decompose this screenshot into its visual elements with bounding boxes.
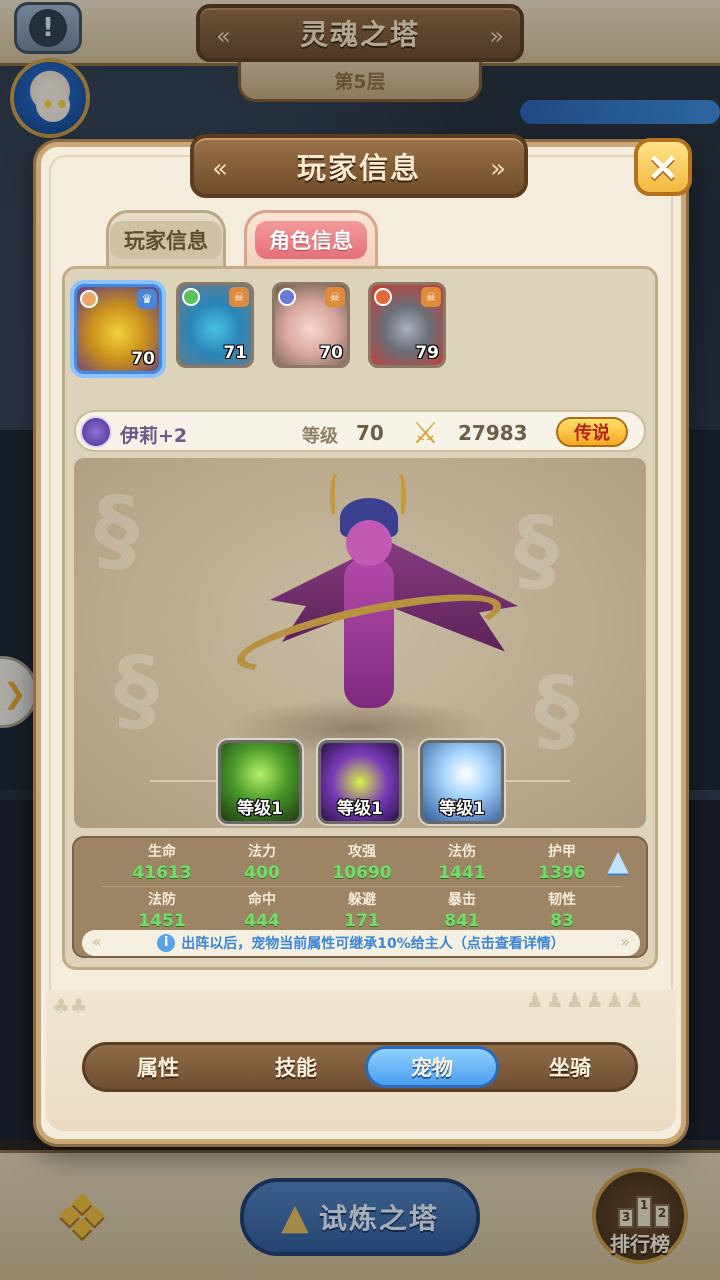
stat-value: 841 (444, 911, 480, 931)
background-swirl-icon: § (514, 498, 559, 603)
skull-icon: ☠ (325, 287, 345, 307)
pet-inherit-note[interactable]: « i 出阵以后，宠物当前属性可继承10%给主人（点击查看详情） » (82, 930, 640, 956)
hero-name: 伊莉+2 (120, 425, 188, 447)
tab-pets[interactable]: 宠物 (365, 1046, 499, 1088)
swirl-left-icon: « (92, 932, 102, 951)
swirl-left-icon: « (212, 154, 228, 184)
level-value: 70 (356, 421, 384, 445)
stat-item: 法力 400 (212, 842, 312, 884)
skill-slot[interactable]: 等级1 (218, 740, 302, 824)
hero-info-bar: 伊莉+2 等级 70 ⚔ 27983 传说 (74, 410, 646, 452)
stat-item: 生命 41613 (112, 842, 212, 884)
crown-icon: ♛ (137, 289, 157, 309)
stat-label: 攻强 (348, 844, 376, 860)
skull-icon: ☠ (229, 287, 249, 307)
skill-level: 等级1 (439, 799, 485, 819)
skill-row: 等级1 等级1 等级1 (150, 740, 570, 826)
triangle-up-icon: ▲ (607, 844, 629, 877)
tab-mounts[interactable]: 坐骑 (503, 1045, 637, 1089)
stat-value: 171 (344, 911, 380, 931)
stat-value: 444 (244, 911, 280, 931)
stats-row: 生命 41613 法力 400 攻强 10690 法伤 1441 护甲 1396 (74, 842, 594, 888)
helmet-power-icon: ⚔ (412, 416, 439, 451)
tab-character-info[interactable]: 角色信息 (244, 210, 378, 266)
stat-item: 韧性 83 (512, 890, 612, 932)
stat-item: 护甲 1396 (512, 842, 612, 884)
level-label: 等级 (302, 426, 338, 447)
character-horn (396, 474, 406, 518)
tab-attributes[interactable]: 属性 (91, 1045, 225, 1089)
stat-label: 命中 (248, 892, 276, 908)
modal-title-plate: « 玩家信息 » (190, 134, 528, 198)
stat-value: 1451 (138, 911, 186, 931)
stat-label: 暴击 (448, 892, 476, 908)
hero-card[interactable]: ☠ 71 (176, 282, 254, 368)
stat-item: 躲避 171 (312, 890, 412, 932)
skill-level: 等级1 (337, 799, 383, 819)
hero-card[interactable]: ♛ 70 (74, 284, 162, 374)
stat-item: 暴击 841 (412, 890, 512, 932)
detail-tab-bar: 属性 技能 宠物 坐骑 (82, 1042, 638, 1092)
tab-label: 玩家信息 (110, 220, 222, 259)
note-text: 出阵以后，宠物当前属性可继承10%给主人（点击查看详情） (181, 936, 565, 952)
close-button[interactable]: × (634, 138, 692, 196)
moon-emblem-icon (80, 416, 112, 448)
tab-player-info[interactable]: 玩家信息 (106, 210, 226, 266)
element-icon (80, 290, 98, 308)
modal-title: 玩家信息 (296, 151, 421, 185)
close-icon: × (646, 144, 680, 190)
character-horn (330, 474, 340, 518)
skill-slot[interactable]: 等级1 (420, 740, 504, 824)
stat-label: 法力 (248, 844, 276, 860)
stat-label: 躲避 (348, 892, 376, 908)
hero-level: 70 (131, 349, 155, 369)
stat-item: 法伤 1441 (412, 842, 512, 884)
rarity-badge[interactable]: 传说 (556, 417, 628, 447)
stat-label: 生命 (148, 844, 176, 860)
ornament-line (504, 780, 570, 782)
stat-item: 法防 1451 (112, 890, 212, 932)
power-value: 27983 (458, 421, 528, 445)
hero-card[interactable]: ☠ 70 (272, 282, 350, 368)
stat-item: 攻强 10690 (312, 842, 412, 884)
element-icon (278, 288, 296, 306)
expand-stats-button[interactable]: ▲ (600, 846, 636, 876)
stat-item: 命中 444 (212, 890, 312, 932)
swirl-right-icon: » (620, 932, 630, 951)
stat-value: 10690 (332, 863, 392, 883)
background-swirl-icon: § (94, 478, 139, 583)
character-head (346, 520, 392, 566)
stat-value: 1396 (538, 863, 586, 883)
crowd-silhouette-icon: ♟♟♟♟♟♟ (526, 988, 646, 1012)
stats-panel: 生命 41613 法力 400 攻强 10690 法伤 1441 护甲 1396… (72, 836, 648, 958)
skill-slot[interactable]: 等级1 (318, 740, 402, 824)
ornament-line (150, 780, 216, 782)
stat-value: 41613 (132, 863, 192, 883)
tab-skills[interactable]: 技能 (229, 1045, 363, 1089)
hero-level: 71 (223, 343, 247, 363)
stat-label: 法防 (148, 892, 176, 908)
stat-value: 83 (550, 911, 574, 931)
element-icon (374, 288, 392, 306)
hero-roster: ♛ 70 ☠ 71 ☠ 70 ☠ 79 (64, 270, 656, 390)
tree-silhouette-icon: ♣♣ (52, 994, 88, 1018)
swirl-right-icon: » (490, 154, 506, 184)
element-icon (182, 288, 200, 306)
stat-value: 400 (244, 863, 280, 883)
hero-level: 79 (415, 343, 439, 363)
stat-value: 1441 (438, 863, 486, 883)
tab-label: 角色信息 (255, 220, 367, 259)
info-icon: i (157, 934, 176, 952)
skill-level: 等级1 (237, 799, 283, 819)
stat-label: 韧性 (548, 892, 576, 908)
stat-label: 护甲 (548, 844, 576, 860)
background-swirl-icon: § (114, 638, 159, 743)
stats-divider (102, 886, 622, 887)
hero-level: 70 (319, 343, 343, 363)
hero-card[interactable]: ☠ 79 (368, 282, 446, 368)
skull-icon: ☠ (421, 287, 441, 307)
stat-label: 法伤 (448, 844, 476, 860)
